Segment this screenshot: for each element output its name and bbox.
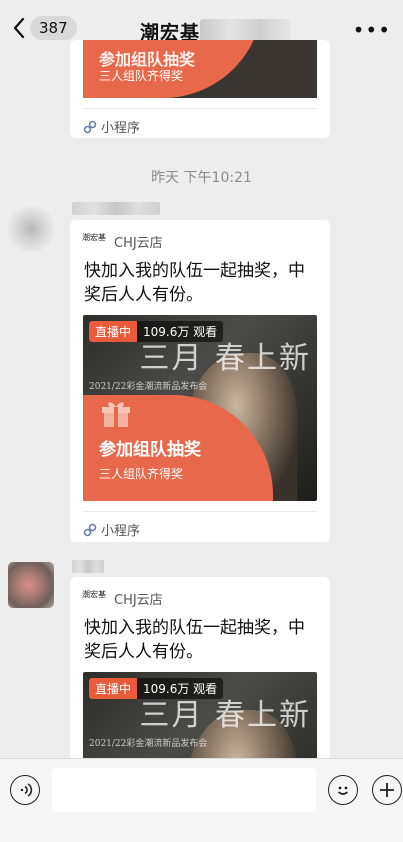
message-input[interactable] — [52, 768, 316, 812]
overlay-sub-text: 2021/22彩金潮流新品发布会 — [89, 382, 208, 392]
sender-name-redaction — [72, 560, 104, 573]
sender-name-redaction — [72, 202, 160, 215]
viewer-count: 109.6万 观看 — [137, 321, 224, 342]
more-dots-icon[interactable]: ••• — [353, 18, 391, 42]
brand-logo: 潮宏基 — [82, 589, 106, 599]
emoji-icon[interactable] — [328, 775, 358, 805]
mini-program-label: 小程序 — [83, 108, 317, 138]
brand-logo: 潮宏基 — [82, 232, 106, 242]
mini-program-icon — [83, 120, 97, 133]
card-source: 潮宏基 CHJ云店 — [82, 589, 163, 609]
card-description: 快加入我的队伍一起抽奖，中奖后人人有份。 — [84, 261, 305, 305]
live-badge: 直播中 109.6万 观看 — [89, 321, 224, 342]
chevron-left-icon — [13, 17, 25, 39]
mini-program-label: 小程序 — [83, 511, 317, 542]
avatar[interactable] — [8, 206, 54, 252]
avatar[interactable] — [8, 562, 54, 608]
viewer-count: 109.6万 观看 — [137, 678, 224, 699]
live-status: 直播中 — [89, 321, 138, 342]
back-button[interactable]: 387 — [12, 16, 77, 40]
card-thumbnail: 三月 春上新 2021/22彩金潮流新品发布会 直播中 109.6万 观看 参加… — [83, 315, 317, 501]
message-card-2[interactable]: 潮宏基 CHJ云店 快加入我的队伍一起抽奖，中奖后人人有份。 三月 春上新 20… — [70, 220, 330, 542]
banner-subtitle: 三人组队齐得奖 — [99, 467, 184, 481]
card-thumbnail: 三月 春上新 2021/22彩金潮流新品发布会 直播中 109.6万 观看 — [83, 672, 317, 767]
live-badge: 直播中 109.6万 观看 — [89, 678, 224, 699]
card-thumbnail: 参加组队抽奖 三人组队齐得奖 — [83, 40, 317, 98]
live-status: 直播中 — [89, 678, 138, 699]
banner-title: 参加组队抽奖 — [99, 440, 201, 460]
add-icon[interactable] — [372, 775, 402, 805]
title-redaction — [200, 19, 290, 41]
banner-subtitle: 三人组队齐得奖 — [99, 69, 184, 83]
gift-icon — [102, 402, 130, 427]
timestamp: 昨天 下午10:21 — [151, 170, 252, 186]
unread-count-badge: 387 — [30, 16, 77, 40]
card-source: 潮宏基 CHJ云店 — [82, 232, 163, 252]
input-bar — [0, 758, 403, 842]
message-card-1[interactable]: 参加组队抽奖 三人组队齐得奖 小程序 — [70, 40, 330, 138]
mini-program-icon — [83, 523, 97, 536]
overlay-sub-text: 2021/22彩金潮流新品发布会 — [89, 739, 208, 749]
voice-icon[interactable] — [10, 775, 40, 805]
message-card-3[interactable]: 潮宏基 CHJ云店 快加入我的队伍一起抽奖，中奖后人人有份。 三月 春上新 20… — [70, 577, 330, 767]
card-description: 快加入我的队伍一起抽奖，中奖后人人有份。 — [84, 618, 305, 662]
